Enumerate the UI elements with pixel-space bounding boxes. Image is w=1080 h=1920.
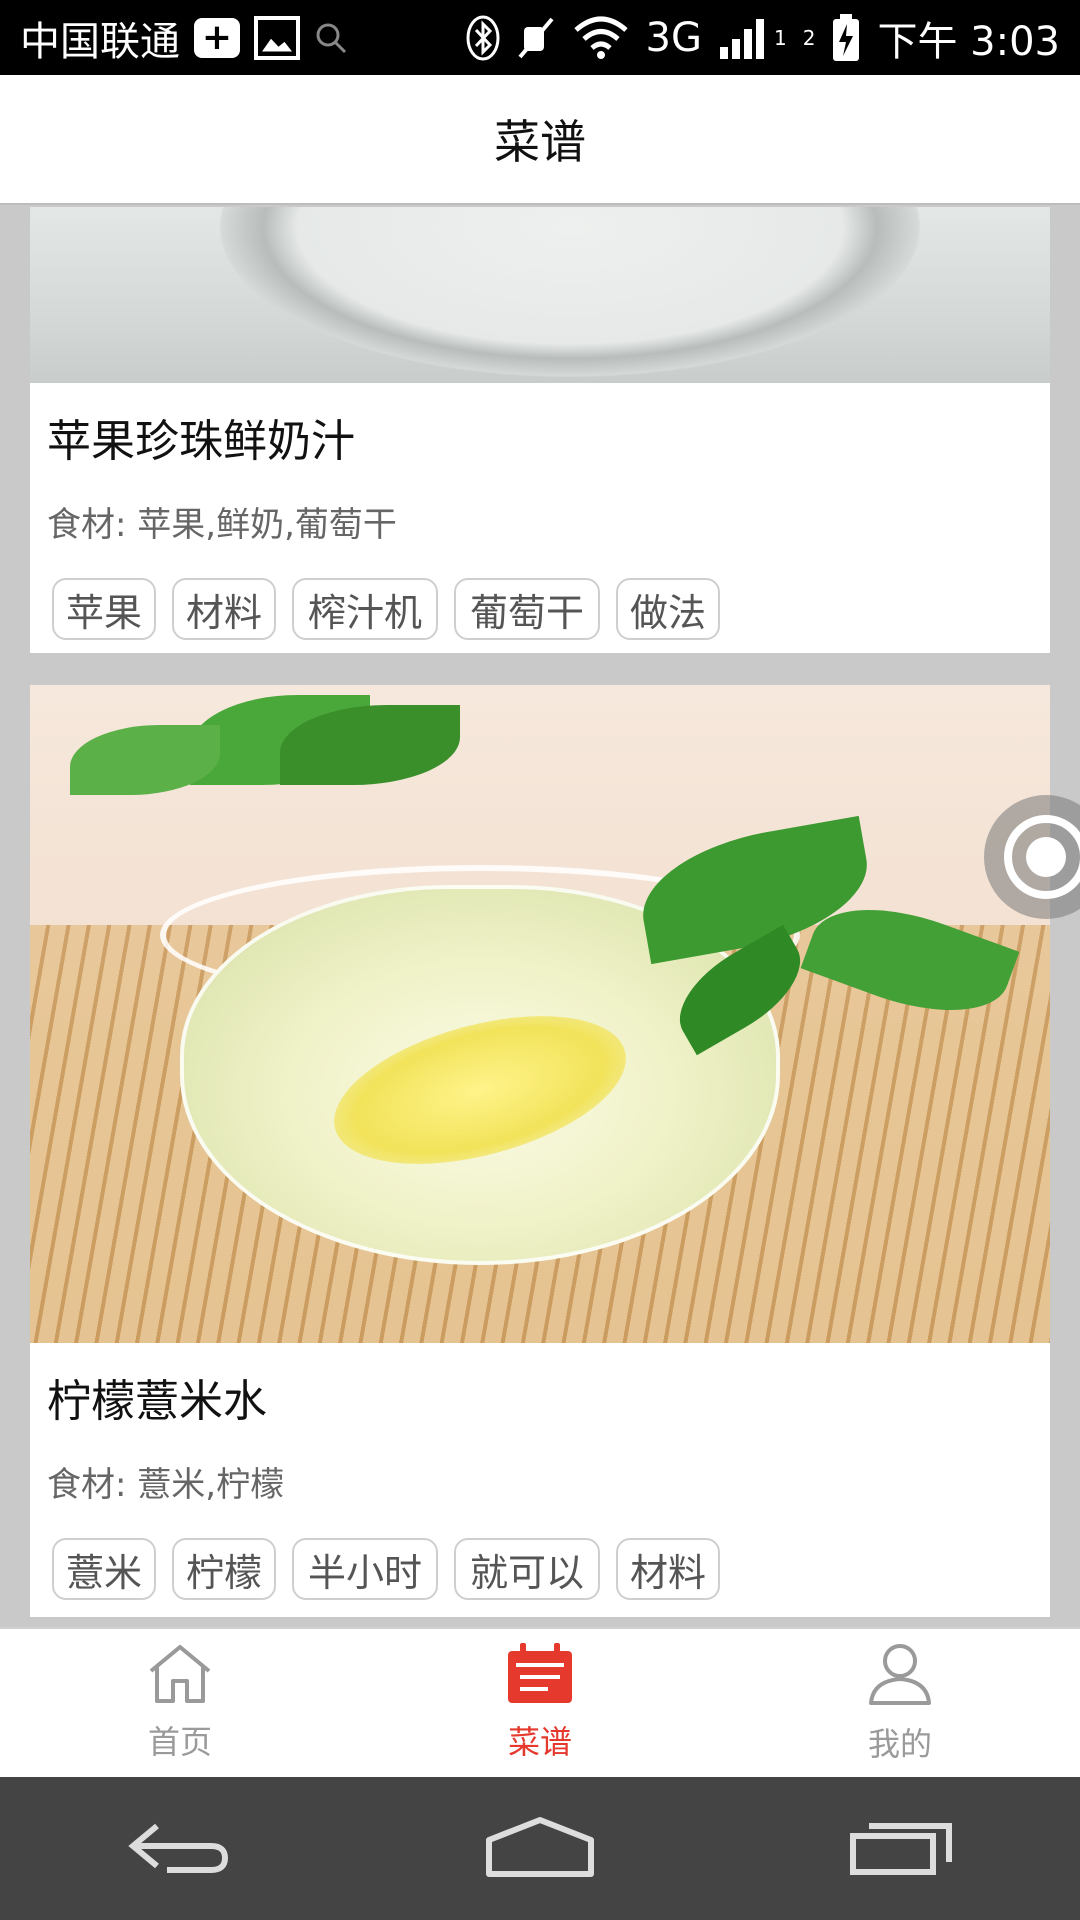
tag-list: 薏米 柠檬 半小时 就可以 材料 <box>52 1538 1050 1600</box>
recipe-photo <box>30 207 1050 383</box>
sim1-label: 1 <box>773 25 787 50</box>
home-nav-icon[interactable] <box>485 1816 595 1882</box>
tag[interactable]: 就可以 <box>454 1538 600 1600</box>
tag[interactable]: 材料 <box>616 1538 720 1600</box>
page-title: 菜谱 <box>494 115 586 169</box>
tag[interactable]: 半小时 <box>292 1538 438 1600</box>
bowl-image <box>220 207 920 377</box>
home-icon <box>147 1643 213 1709</box>
tab-label: 菜谱 <box>507 1723 572 1761</box>
mute-icon <box>516 15 556 61</box>
recipe-title: 柠檬薏米水 <box>47 1376 267 1427</box>
app-header: 菜谱 <box>0 75 1080 205</box>
battery-icon <box>831 13 861 62</box>
plus-icon: + <box>194 17 240 58</box>
tab-home[interactable]: 首页 <box>0 1629 360 1777</box>
image-icon <box>254 15 300 60</box>
sim2-label: 2 <box>802 25 816 50</box>
signal-icon <box>718 15 770 61</box>
recipe-card[interactable]: 柠檬薏米水 食材: 薏米,柠檬 薏米 柠檬 半小时 就可以 材料 <box>30 685 1050 1617</box>
bluetooth-icon <box>466 15 500 61</box>
recipe-card[interactable]: 苹果珍珠鲜奶汁 食材: 苹果,鲜奶,葡萄干 苹果 材料 榨汁机 葡萄干 做法 <box>30 207 1050 653</box>
back-icon[interactable] <box>127 1818 231 1880</box>
tag-list: 苹果 材料 榨汁机 葡萄干 做法 <box>52 578 1050 640</box>
network-label: 3G <box>645 14 702 61</box>
tag[interactable]: 材料 <box>172 578 276 640</box>
tag[interactable]: 榨汁机 <box>292 578 438 640</box>
calendar-icon <box>506 1643 574 1709</box>
user-icon <box>867 1641 933 1711</box>
tag[interactable]: 薏米 <box>52 1538 156 1600</box>
wifi-icon <box>572 16 630 60</box>
tab-label: 我的 <box>867 1725 932 1763</box>
recents-icon[interactable] <box>849 1818 953 1880</box>
recipe-title: 苹果珍珠鲜奶汁 <box>47 416 355 467</box>
recipe-ingredients: 食材: 苹果,鲜奶,葡萄干 <box>47 505 397 545</box>
tag[interactable]: 葡萄干 <box>454 578 600 640</box>
tab-profile[interactable]: 我的 <box>720 1629 1080 1777</box>
search-icon <box>314 21 348 55</box>
recipe-photo <box>30 685 1050 1343</box>
bottom-tab-bar: 首页 菜谱 我的 <box>0 1627 1080 1777</box>
ring-icon <box>1004 815 1080 899</box>
tab-recipes[interactable]: 菜谱 <box>360 1629 720 1777</box>
status-bar: 中国联通 + 3G 1 2 下午 3:03 <box>0 0 1080 75</box>
clock: 下午 3:03 <box>877 18 1060 65</box>
system-nav-bar <box>0 1777 1080 1920</box>
tag[interactable]: 柠檬 <box>172 1538 276 1600</box>
tab-label: 首页 <box>147 1723 212 1761</box>
recipe-ingredients: 食材: 薏米,柠檬 <box>47 1465 285 1505</box>
tag[interactable]: 苹果 <box>52 578 156 640</box>
carrier-label: 中国联通 <box>20 18 180 65</box>
recipe-list[interactable]: 苹果珍珠鲜奶汁 食材: 苹果,鲜奶,葡萄干 苹果 材料 榨汁机 葡萄干 做法 柠… <box>0 207 1080 1627</box>
tag[interactable]: 做法 <box>616 578 720 640</box>
